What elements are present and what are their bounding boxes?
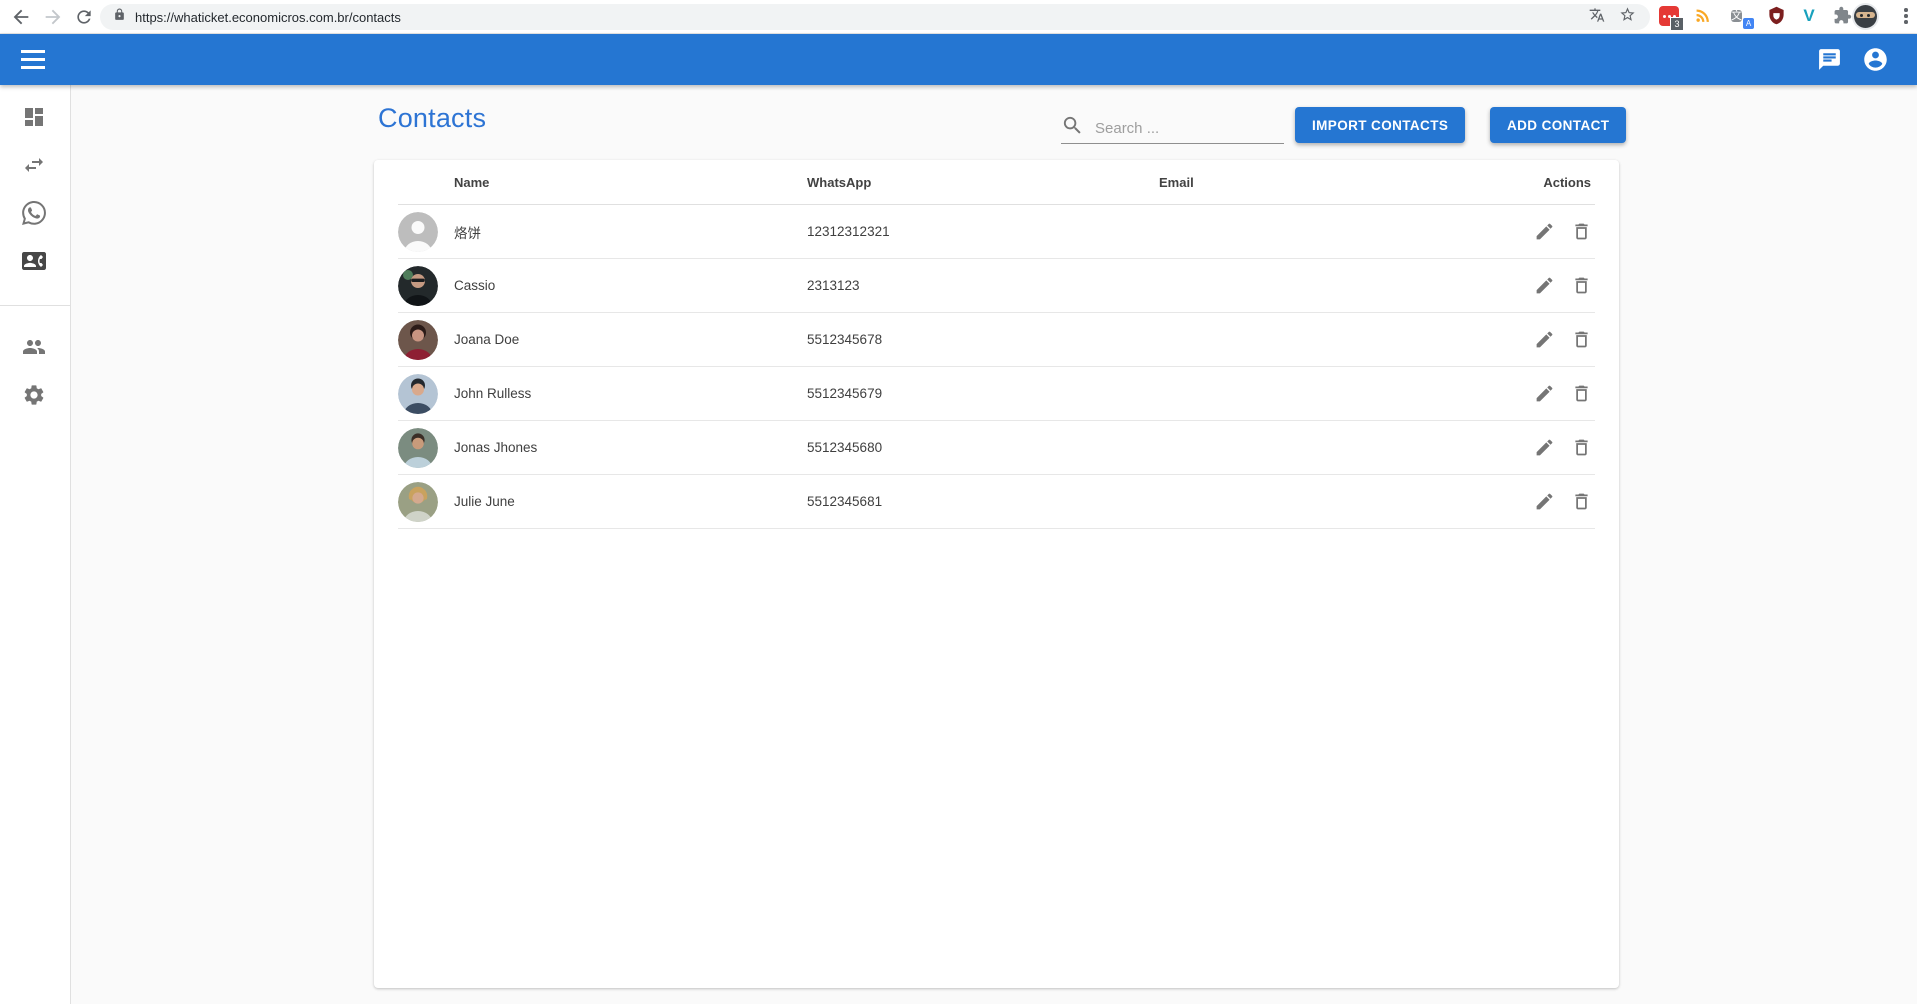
search-field [1061, 113, 1284, 144]
ninja-avatar [1854, 5, 1877, 28]
contact-whatsapp: 5512345679 [807, 386, 1159, 401]
avatar [398, 320, 438, 360]
reload-icon[interactable] [74, 6, 96, 28]
sidebar-item-contacts[interactable] [0, 237, 70, 285]
contact-name: Joana Doe [454, 332, 519, 347]
edit-icon[interactable] [1531, 434, 1558, 461]
vimium-extension-icon[interactable]: V [1799, 6, 1819, 26]
table-row: Joana Doe 5512345678 [398, 313, 1595, 367]
table-row: 烙饼 12312312321 [398, 205, 1595, 259]
back-icon[interactable] [10, 6, 32, 28]
delete-icon[interactable] [1568, 272, 1595, 299]
table-row: Cassio 2313123 [398, 259, 1595, 313]
contact-name: Julie June [454, 494, 515, 509]
hamburger-menu-icon[interactable] [21, 46, 49, 74]
address-bar[interactable]: https://whaticket.economicros.com.br/con… [100, 4, 1650, 30]
forward-icon[interactable] [42, 6, 64, 28]
bookmark-star-icon[interactable] [1619, 6, 1636, 28]
google-translate-extension-icon[interactable]: 文 A [1731, 6, 1751, 26]
translate-sub-glyph: A [1743, 18, 1754, 29]
delete-icon[interactable] [1568, 380, 1595, 407]
search-icon [1061, 114, 1084, 142]
table-row: Julie June 5512345681 [398, 475, 1595, 529]
avatar [398, 266, 438, 306]
table-row: Jonas Jhones 5512345680 [398, 421, 1595, 475]
edit-icon[interactable] [1531, 218, 1558, 245]
delete-icon[interactable] [1568, 326, 1595, 353]
url-text: https://whaticket.economicros.com.br/con… [135, 10, 1589, 25]
lock-icon [113, 8, 126, 26]
edit-icon[interactable] [1531, 272, 1558, 299]
contact-whatsapp: 5512345681 [807, 494, 1159, 509]
delete-icon[interactable] [1568, 488, 1595, 515]
chat-icon[interactable] [1815, 46, 1843, 74]
contact-whatsapp: 5512345680 [807, 440, 1159, 455]
search-input[interactable] [1093, 119, 1267, 138]
sidebar-item-users[interactable] [0, 323, 70, 371]
contact-whatsapp: 12312312321 [807, 224, 1159, 239]
page-title: Contacts [378, 103, 486, 134]
delete-icon[interactable] [1568, 434, 1595, 461]
ublock-extension-icon[interactable] [1767, 6, 1787, 26]
extension-badge: 3 [1670, 17, 1684, 31]
header-name: Name [398, 175, 807, 190]
sidebar-item-settings[interactable] [0, 371, 70, 419]
shell: Contacts IMPORT CONTACTS ADD CONTACT Nam… [0, 85, 1917, 1004]
header-whatsapp: WhatsApp [807, 175, 1159, 190]
dashboard-icon [22, 105, 46, 129]
contact-whatsapp: 5512345678 [807, 332, 1159, 347]
delete-icon[interactable] [1568, 218, 1595, 245]
browser-profile-avatar[interactable] [1852, 3, 1879, 30]
contact-whatsapp: 2313123 [807, 278, 1159, 293]
contacts-table-card: Name WhatsApp Email Actions 烙饼 123123123… [374, 160, 1619, 988]
translate-glyph: 文 [1731, 10, 1742, 22]
sidebar-item-dashboard[interactable] [0, 93, 70, 141]
browser-toolbar: https://whaticket.economicros.com.br/con… [0, 0, 1917, 34]
add-contact-button[interactable]: ADD CONTACT [1490, 107, 1626, 143]
browser-menu-icon[interactable] [1895, 5, 1917, 27]
contact-name: 烙饼 [454, 222, 481, 242]
translate-icon[interactable] [1589, 7, 1605, 28]
sidebar-item-tickets[interactable] [0, 189, 70, 237]
contact-card-icon [22, 249, 46, 273]
swap-arrows-icon [22, 153, 46, 177]
avatar [398, 374, 438, 414]
edit-icon[interactable] [1531, 380, 1558, 407]
account-circle-icon[interactable] [1861, 46, 1889, 74]
extensions-puzzle-icon[interactable] [1833, 6, 1853, 26]
gear-icon [22, 383, 46, 407]
contact-name: Cassio [454, 278, 495, 293]
people-icon [22, 335, 46, 359]
contact-name: Jonas Jhones [454, 440, 537, 455]
table-row: John Rulless 5512345679 [398, 367, 1595, 421]
avatar [398, 212, 438, 252]
sidebar [0, 85, 71, 1004]
edit-icon[interactable] [1531, 326, 1558, 353]
red-extension-icon[interactable]: 3 [1659, 6, 1679, 26]
screen: https://whaticket.economicros.com.br/con… [0, 0, 1917, 1003]
whatsapp-icon [22, 201, 46, 225]
contact-name: John Rulless [454, 386, 531, 401]
edit-icon[interactable] [1531, 488, 1558, 515]
main-content: Contacts IMPORT CONTACTS ADD CONTACT Nam… [71, 85, 1917, 1004]
app-bar [0, 34, 1917, 85]
header-actions: Actions [1531, 175, 1595, 190]
table-header-row: Name WhatsApp Email Actions [398, 160, 1595, 205]
sidebar-divider [0, 305, 70, 306]
import-contacts-button[interactable]: IMPORT CONTACTS [1295, 107, 1465, 143]
sidebar-item-connections[interactable] [0, 141, 70, 189]
avatar [398, 428, 438, 468]
header-email: Email [1159, 175, 1531, 190]
rss-extension-icon[interactable] [1695, 6, 1715, 26]
avatar [398, 482, 438, 522]
